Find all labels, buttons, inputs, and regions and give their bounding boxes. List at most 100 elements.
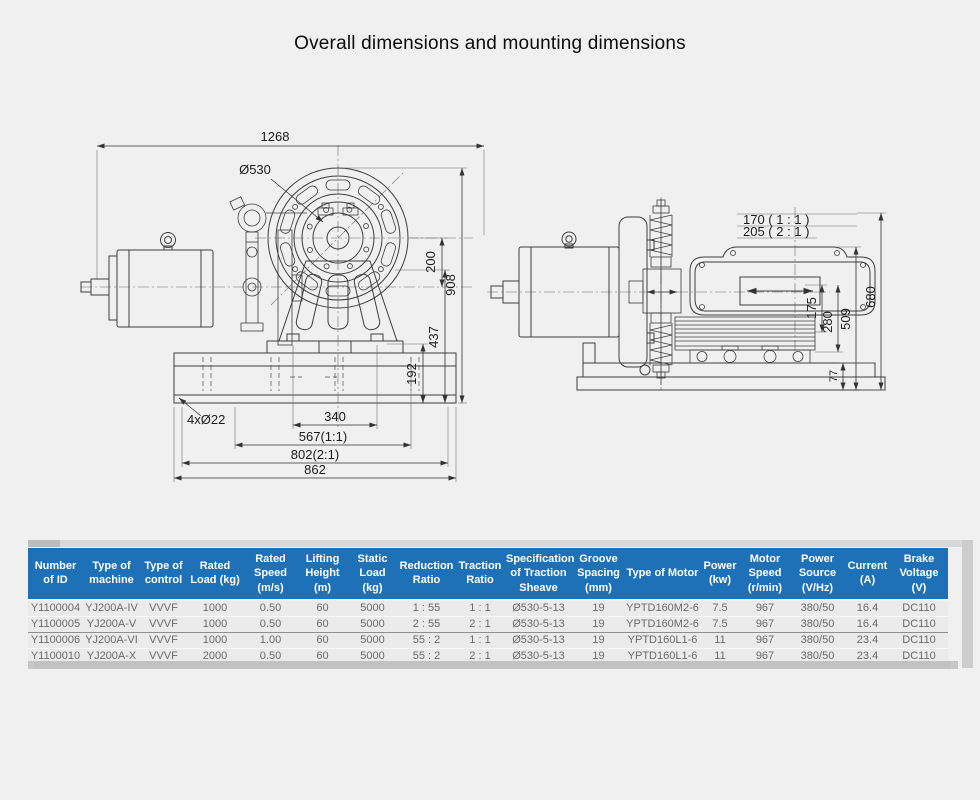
table-cell: 55 : 2 [398, 632, 455, 648]
dim-label-802: 802(2:1) [291, 447, 339, 462]
table-cell: 11 [700, 632, 740, 648]
table-cell: DC110 [890, 616, 948, 632]
table-cell: Ø530-5-13 [505, 616, 572, 632]
col-rated-load: Rated Load (kg) [187, 548, 243, 600]
dim-label-mount-holes: 4xØ22 [187, 412, 225, 427]
brake-assembly [230, 197, 307, 345]
dim-label-200: 200 [423, 251, 438, 273]
dim-label-192: 192 [404, 363, 419, 385]
table-cell: 0.50 [243, 616, 298, 632]
col-brake-voltage: Brake Voltage (V) [890, 548, 948, 600]
table-header-row: Number of ID Type of machine Type of con… [28, 548, 948, 600]
table-cell: VVVF [140, 632, 187, 648]
col-sheave-spec: Specification of Traction Sheave [505, 548, 572, 600]
table-cell: VVVF [140, 600, 187, 617]
table-cell: VVVF [140, 616, 187, 632]
table-cell: 23.4 [845, 632, 890, 648]
dim-label-862: 862 [304, 462, 326, 477]
table-row: Y1100004YJ200A-IVVVVF10000.506050001 : 5… [28, 600, 948, 617]
table-cell: 380/50 [790, 600, 845, 617]
table-cell: 5000 [347, 600, 398, 617]
table-cell: Y1100004 [28, 600, 83, 617]
col-power-source: Power Source (V/Hz) [790, 548, 845, 600]
dim-label-sheave-diameter: Ø530 [239, 162, 271, 177]
table-body: Y1100004YJ200A-IVVVVF10000.506050001 : 5… [28, 600, 948, 665]
table-cell: 1 : 1 [455, 632, 505, 648]
table-cell: 2 : 55 [398, 616, 455, 632]
col-motor-speed: Motor Speed (r/min) [740, 548, 790, 600]
dim-label-509: 509 [838, 308, 853, 330]
col-reduction-ratio: Reduction Ratio [398, 548, 455, 600]
col-number-of-id: Number of ID [28, 548, 83, 600]
table-cell: 16.4 [845, 600, 890, 617]
vertical-scrollbar[interactable] [962, 540, 973, 668]
table-cell: DC110 [890, 632, 948, 648]
table-row: Y1100005YJ200A-VVVVF10000.506050002 : 55… [28, 616, 948, 632]
table-cell: 7.5 [700, 616, 740, 632]
col-power: Power (kw) [700, 548, 740, 600]
pedestal [267, 261, 403, 353]
table-cell: YPTD160L1-6 [625, 632, 700, 648]
table-cell: YJ200A-VI [83, 632, 140, 648]
table-cell: 19 [572, 600, 625, 617]
table-cell: DC110 [890, 600, 948, 617]
table-cell: 967 [740, 632, 790, 648]
front-view-drawing: 1268 Ø530 200 908 437 192 340 [75, 125, 495, 490]
dim-label-680: 680 [863, 286, 878, 308]
table-cell: 60 [298, 600, 347, 617]
dim-label-340: 340 [324, 409, 346, 424]
table-cell: 380/50 [790, 616, 845, 632]
scrollbar-thumb[interactable] [28, 540, 60, 547]
table-cell: 19 [572, 616, 625, 632]
table-cell: 1000 [187, 600, 243, 617]
table-cell: Y1100006 [28, 632, 83, 648]
dim-label-77: 77 [828, 370, 840, 382]
table-cell: 16.4 [845, 616, 890, 632]
table-row: Y1100006YJ200A-VIVVVF10001.0060500055 : … [28, 632, 948, 648]
table-cell: 2 : 1 [455, 616, 505, 632]
table-cell: 1 : 55 [398, 600, 455, 617]
table-cell: 60 [298, 632, 347, 648]
col-type-of-machine: Type of machine [83, 548, 140, 600]
brake-springs [629, 199, 681, 385]
specification-table: Number of ID Type of machine Type of con… [28, 548, 948, 665]
table-cell: 1.00 [243, 632, 298, 648]
table-cell: 1 : 1 [455, 600, 505, 617]
table-cell: 967 [740, 600, 790, 617]
roller-assembly [690, 346, 810, 363]
table-cell: YPTD160M2-6 [625, 600, 700, 617]
horizontal-scrollbar-bottom[interactable] [28, 661, 958, 669]
side-view-drawing: 170 ( 1 : 1 ) 205 ( 2 : 1 ) 175 280 509 … [485, 185, 895, 400]
table-header: Number of ID Type of machine Type of con… [28, 548, 948, 600]
table-cell: 0.50 [243, 600, 298, 617]
table-cell: Y1100005 [28, 616, 83, 632]
housing-bolts [700, 251, 866, 310]
motor-side [491, 232, 619, 337]
page-title: Overall dimensions and mounting dimensio… [0, 33, 980, 55]
table-cell: Ø530-5-13 [505, 632, 572, 648]
table-cell: 7.5 [700, 600, 740, 617]
scrollbar-thumb[interactable] [34, 661, 951, 669]
table-cell: YPTD160M2-6 [625, 616, 700, 632]
cooling-fins [675, 317, 815, 350]
col-type-of-control: Type of control [140, 548, 187, 600]
table-cell: 1000 [187, 632, 243, 648]
dim-label-205: 205 ( 2 : 1 ) [743, 224, 809, 239]
dim-label-567: 567(1:1) [299, 429, 347, 444]
motor [81, 233, 213, 328]
page: Overall dimensions and mounting dimensio… [0, 0, 980, 800]
table-cell: 5000 [347, 632, 398, 648]
table-cell: YJ200A-V [83, 616, 140, 632]
table-cell: 5000 [347, 616, 398, 632]
dim-label-175: 175 [804, 297, 819, 319]
hidden-lines [203, 357, 419, 391]
table-cell: 1000 [187, 616, 243, 632]
col-current: Current (A) [845, 548, 890, 600]
horizontal-scrollbar-top[interactable] [28, 540, 973, 547]
dim-label-280: 280 [820, 311, 835, 333]
table-cell: 19 [572, 632, 625, 648]
table-cell: 967 [740, 616, 790, 632]
gear-housing [690, 247, 875, 315]
table-cell: 60 [298, 616, 347, 632]
table-cell: 380/50 [790, 632, 845, 648]
